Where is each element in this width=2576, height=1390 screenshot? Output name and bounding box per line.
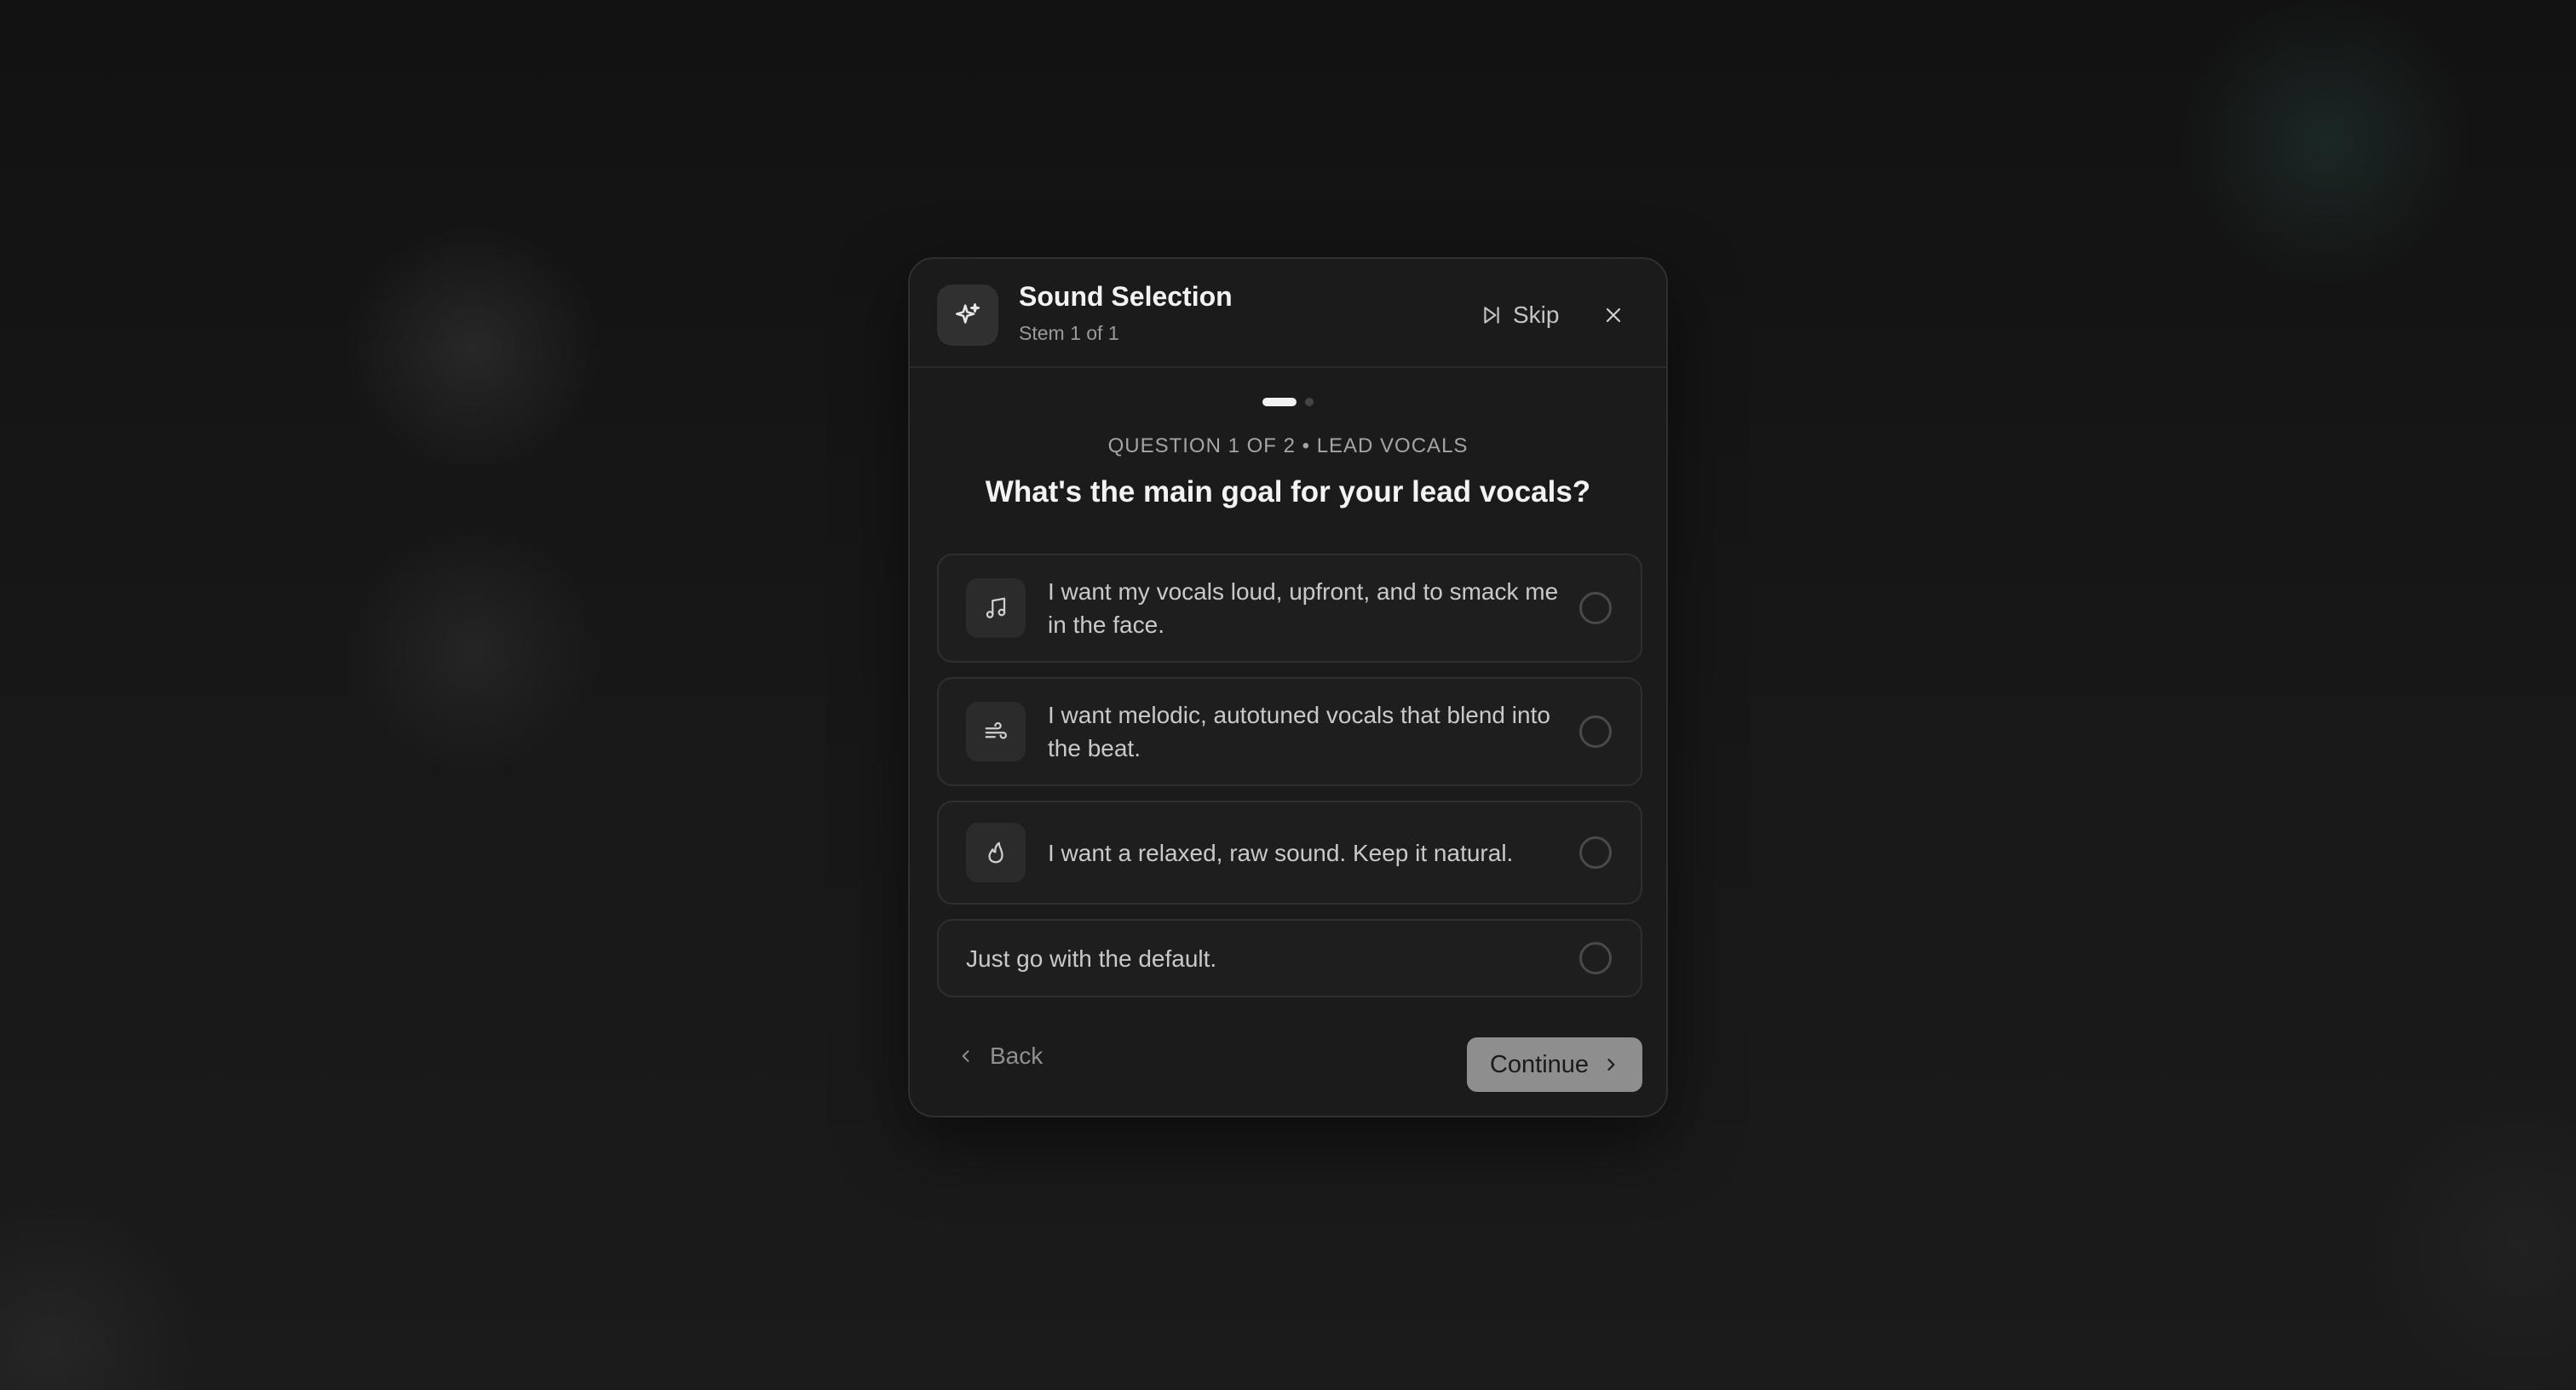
progress-dot-inactive: [1305, 398, 1314, 406]
progress-dot-active: [1262, 398, 1297, 406]
option-label: I want my vocals loud, upfront, and to s…: [1048, 578, 1559, 638]
dialog-title: Sound Selection: [1019, 281, 1233, 312]
back-button[interactable]: Back: [957, 1037, 1043, 1075]
option-label: I want a relaxed, raw sound. Keep it nat…: [1048, 840, 1514, 866]
skip-button[interactable]: Skip: [1481, 296, 1559, 334]
option-radio[interactable]: [1579, 836, 1612, 869]
sound-selection-dialog: Sound Selection Stem 1 of 1 Skip QUESTIO…: [908, 257, 1668, 1117]
wind-icon: [966, 702, 1026, 761]
progress-indicator: [910, 397, 1666, 407]
skip-label: Skip: [1513, 302, 1560, 328]
question-title: What's the main goal for your lead vocal…: [985, 475, 1591, 508]
skip-forward-icon: [1481, 304, 1503, 326]
chevron-right-icon: [1602, 1056, 1619, 1073]
continue-button[interactable]: Continue: [1467, 1037, 1642, 1092]
option-relaxed-raw[interactable]: I want a relaxed, raw sound. Keep it nat…: [937, 801, 1642, 905]
option-label: Just go with the default.: [966, 945, 1217, 972]
chevron-left-icon: [957, 1048, 975, 1065]
continue-label: Continue: [1489, 1050, 1590, 1078]
option-radio[interactable]: [1579, 592, 1612, 624]
option-label: I want melodic, autotuned vocals that bl…: [1048, 702, 1550, 761]
music-note-icon: [966, 578, 1026, 638]
dialog-subtitle: Stem 1 of 1: [1019, 322, 1119, 344]
option-loud-upfront[interactable]: I want my vocals loud, upfront, and to s…: [937, 554, 1642, 663]
option-radio[interactable]: [1579, 942, 1612, 974]
option-melodic-autotuned[interactable]: I want melodic, autotuned vocals that bl…: [937, 677, 1642, 786]
flame-icon: [966, 823, 1026, 882]
option-default[interactable]: Just go with the default.: [937, 919, 1642, 997]
option-radio[interactable]: [1579, 715, 1612, 748]
sparkles-icon: [937, 284, 998, 346]
back-label: Back: [990, 1042, 1044, 1069]
question-meta: QUESTION 1 OF 2 • LEAD VOCALS: [1107, 434, 1469, 457]
close-button[interactable]: [1595, 296, 1632, 334]
close-icon: [1603, 305, 1624, 325]
dialog-header: Sound Selection Stem 1 of 1 Skip: [910, 259, 1666, 368]
